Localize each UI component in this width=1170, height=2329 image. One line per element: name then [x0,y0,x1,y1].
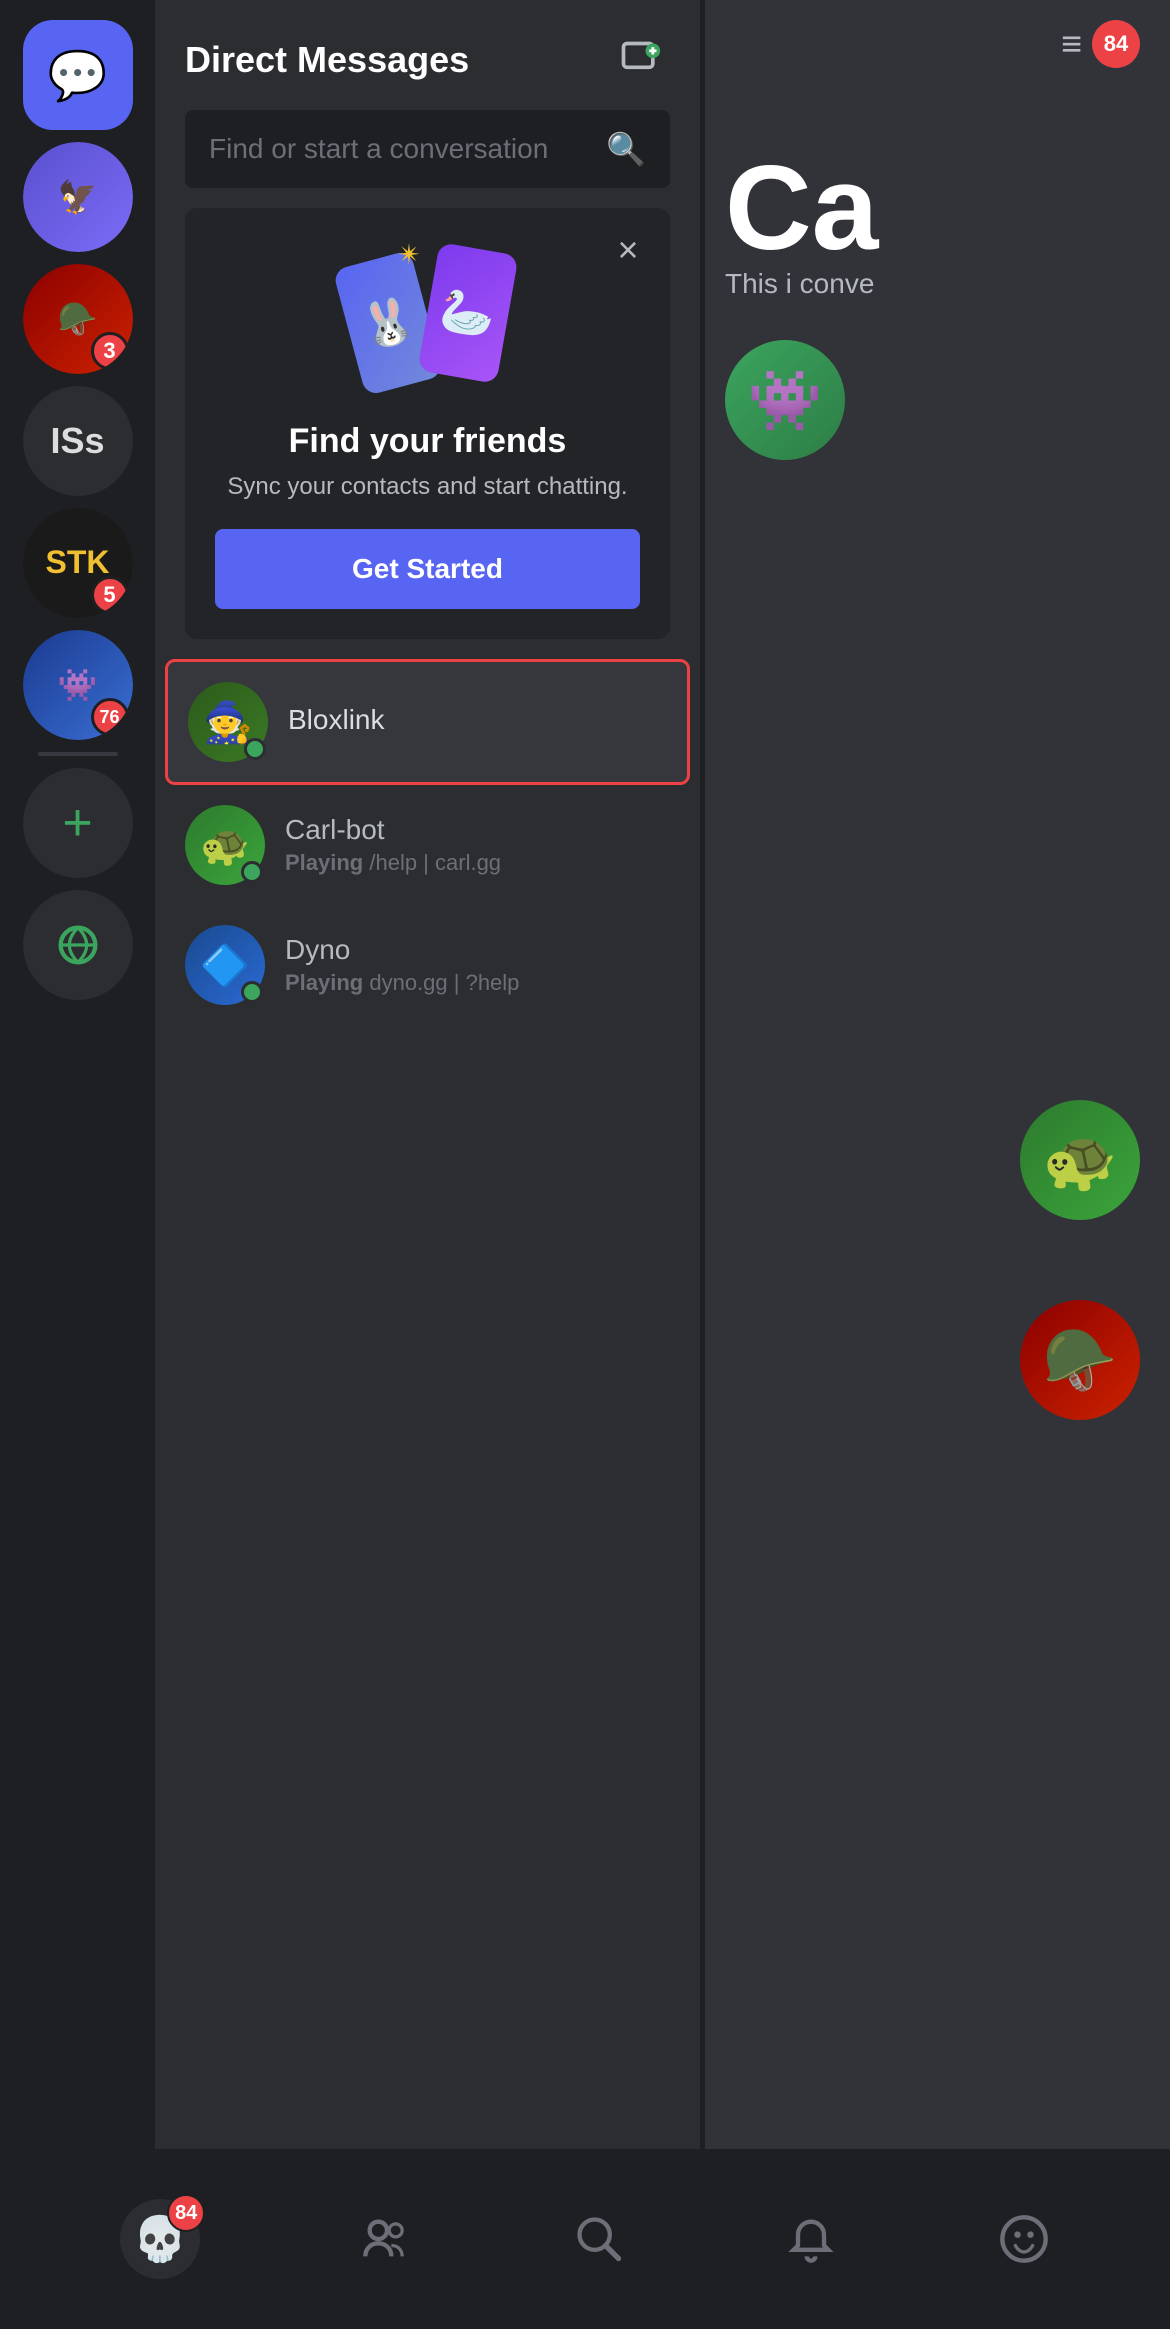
dyno-avatar-container: 🔷 [185,925,265,1005]
carlbot-status: Playing /help | carl.gg [285,850,670,876]
stk-label: STK [46,545,110,580]
bottom-nav-friends[interactable] [361,2213,413,2265]
bottom-nav-avatar[interactable]: 💀 84 [120,2199,200,2279]
sparkle-icon: ✴ [398,238,421,271]
right-user-avatar: 🪖 [1020,1300,1140,1420]
server2-badge: 3 [91,332,129,370]
dm-title: Direct Messages [185,39,469,81]
bloxlink-avatar-container: 🧙 [188,682,268,762]
sidebar-item-iss[interactable]: ISs [23,386,133,496]
carlbot-status-bold: Playing [285,850,369,875]
iss-avatar: ISs [23,386,133,496]
find-friends-subtitle: Sync your contacts and start chatting. [215,473,640,501]
right-avatar-bot2: 🐢 [1020,1100,1140,1220]
bottom-nav-profile[interactable] [998,2213,1050,2265]
dm-icon: 💬 [48,47,108,104]
new-dm-button[interactable] [610,30,670,90]
sidebar: 💬 🦅 🪖 3 ISs STK 5 👾 76 + [0,0,155,2329]
sidebar-divider [38,752,118,756]
carlbot-avatar-container: 🐢 [185,805,265,885]
server1-avatar: 🦅 [23,142,133,252]
sidebar-item-war[interactable]: 👾 76 [23,630,133,740]
sidebar-item-server2[interactable]: 🪖 3 [23,264,133,374]
bottom-nav-notifications[interactable] [785,2213,837,2265]
right-carlbot-avatar: 🐢 [1020,1100,1140,1220]
right-avatar-bot3: 🪖 [1020,1300,1140,1420]
carlbot-online-dot [241,861,263,883]
war-badge: 76 [91,698,129,736]
dm-header: Direct Messages [155,0,700,110]
notification-badge: 84 [1092,20,1140,68]
dm-item-bloxlink[interactable]: 🧙 Bloxlink [165,659,690,785]
phones-graphic: ✴ 🐰 🦢 [338,238,518,398]
right-header: ≡ 84 [705,0,1170,88]
notification-count: 84 [1092,20,1140,68]
search-bar[interactable]: Find or start a conversation 🔍 [185,110,670,188]
close-icon: × [617,229,638,271]
bottom-nav: 💀 84 [0,2149,1170,2329]
dyno-online-dot [241,981,263,1003]
channel-description-partial: This i conve [725,268,874,300]
right-panel: ≡ 84 Ca This i conve 👾 🐢 🪖 [705,0,1170,2329]
sidebar-item-server1[interactable]: 🦅 [23,142,133,252]
dm-list: 🧙 Bloxlink 🐢 Carl-bot Playing /help | ca… [155,659,700,1025]
dyno-status: Playing dyno.gg | ?help [285,970,670,996]
sidebar-item-dm[interactable]: 💬 [23,20,133,130]
dyno-status-bold: Playing [285,970,369,995]
dm-item-dyno[interactable]: 🔷 Dyno Playing dyno.gg | ?help [165,905,690,1025]
stk-badge: 5 [91,576,129,614]
bottom-avatar: 💀 84 [120,2199,200,2279]
explore-icon [52,919,104,971]
card-illustration: ✴ 🐰 🦢 [215,238,640,398]
right-content: Ca This i conve 👾 [705,88,1170,520]
bloxlink-name: Bloxlink [288,704,667,736]
dm-panel: Direct Messages Find or start a conversa… [155,0,700,2329]
hamburger-icon[interactable]: ≡ [1061,23,1082,65]
carlbot-info: Carl-bot Playing /help | carl.gg [285,814,670,876]
bloxlink-info: Bloxlink [288,704,667,740]
bottom-nav-search[interactable] [573,2213,625,2265]
channel-name-partial: Ca [725,148,878,268]
search-bottom-icon [573,2213,625,2265]
search-icon: 🔍 [606,130,646,168]
close-card-button[interactable]: × [606,228,650,272]
profile-icon [998,2213,1050,2265]
bottom-badge: 84 [167,2194,205,2232]
friends-icon [361,2213,413,2265]
new-dm-icon [618,38,662,82]
right-avatar-bot1: 👾 [725,340,845,460]
phone-right: 🦢 [417,242,518,384]
dyno-name: Dyno [285,934,670,966]
find-friends-title: Find your friends [215,422,640,461]
dm-item-carlbot[interactable]: 🐢 Carl-bot Playing /help | carl.gg [165,785,690,905]
bell-icon [785,2213,837,2265]
search-placeholder-text: Find or start a conversation [209,133,594,165]
bloxlink-online-dot [244,738,266,760]
add-icon: + [62,793,92,853]
carlbot-name: Carl-bot [285,814,670,846]
find-friends-card: × ✴ 🐰 🦢 Find your friends Sync your cont… [185,208,670,639]
add-server-button[interactable]: + [23,768,133,878]
explore-button[interactable] [23,890,133,1000]
sidebar-item-stk[interactable]: STK 5 [23,508,133,618]
dyno-info: Dyno Playing dyno.gg | ?help [285,934,670,996]
get-started-button[interactable]: Get Started [215,529,640,609]
